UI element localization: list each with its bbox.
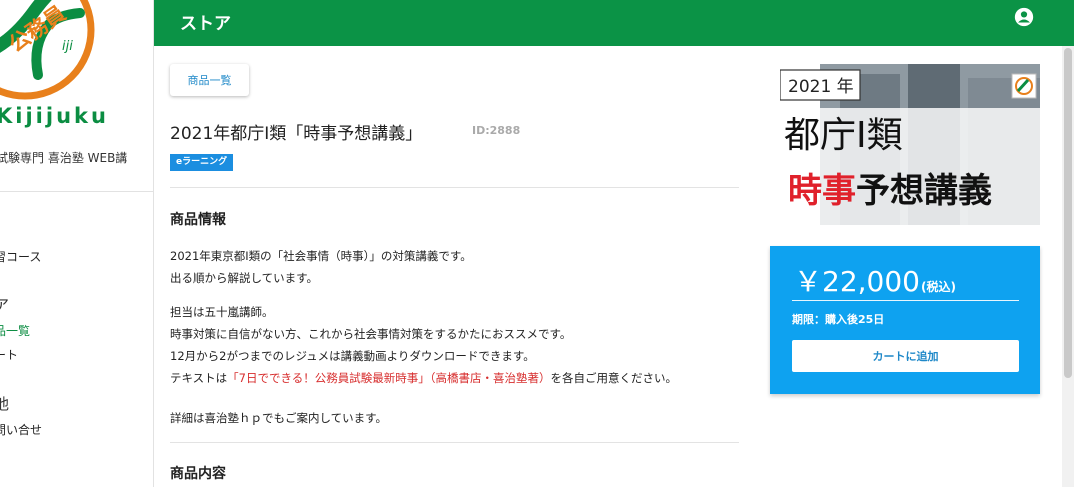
description-line: 時事対策に自信がない方、これから社会事情対策をするかたにおススメです。 <box>170 327 572 341</box>
svg-text:iji: iji <box>62 39 73 54</box>
description-line: 担当は五十嵐講師。 <box>170 305 274 319</box>
kijijuku-logo[interactable]: 公務員 iji <box>0 0 110 105</box>
sidebar-item-product-list[interactable]: 品一覧 <box>0 322 30 339</box>
product-banner-image: 2021 年 都庁Ⅰ類 時事予想講義 <box>780 64 1040 225</box>
description-paragraph-1: 2021年東京都Ⅰ類の「社会事情（時事）」の対策講義です。 出る順から解説してい… <box>170 245 472 289</box>
access-period: 期限：購入後25日 <box>792 313 885 326</box>
price-card: ￥22,000(税込) 期限：購入後25日 カートに追加 <box>770 246 1040 394</box>
sidebar-item-contact[interactable]: 問い合せ <box>0 421 42 438</box>
app-root: 公務員 iji Kijijuku 試験専門 喜治塾 WEB講 習コース ア 品一… <box>0 0 1074 487</box>
price-display: ￥22,000(税込) <box>794 260 956 300</box>
description-line: 出る順から解説しています。 <box>170 271 319 285</box>
description-text: テキストは <box>170 371 228 385</box>
divider <box>170 442 739 443</box>
textbook-title: 「7日でできる！公務員試験最新時事」（高橋書店・喜治塾著） <box>227 371 551 385</box>
price-divider <box>792 300 1019 301</box>
sidebar-section-other: 他 <box>0 393 9 414</box>
tax-note: (税込) <box>920 280 956 294</box>
price-value: ￥22,000 <box>794 265 920 298</box>
product-list-button[interactable]: 商品一覧 <box>170 64 249 96</box>
description-paragraph-2: 担当は五十嵐講師。 時事対策に自信がない方、これから社会事情対策をするかたにおス… <box>170 301 677 389</box>
logo-text: Kijijuku <box>0 104 109 128</box>
svg-text:時事予想講義: 時事予想講義 <box>788 171 992 211</box>
banner-line-2: 予想講義 <box>856 171 992 211</box>
sidebar-divider <box>0 191 153 192</box>
product-id: ID:2888 <box>472 124 521 137</box>
description-text: を各自ご用意ください。 <box>550 371 678 385</box>
page-title: ストア <box>180 14 231 34</box>
banner-line-2-red: 時事 <box>788 171 856 211</box>
sidebar-section-store: ア <box>0 294 9 315</box>
scrollbar[interactable] <box>1062 46 1074 487</box>
section-title-product-content: 商品内容 <box>170 466 226 482</box>
site-name: 試験専門 喜治塾 WEB講 <box>0 151 128 165</box>
section-title-product-info: 商品情報 <box>170 212 226 228</box>
category-badge: eラーニング <box>170 154 234 171</box>
banner-year: 2021 年 <box>788 77 854 97</box>
top-app-bar: ストア <box>154 0 1074 46</box>
add-to-cart-button[interactable]: カートに追加 <box>792 340 1019 372</box>
description-paragraph-3: 詳細は喜治塾ｈｐでもご案内しています。 <box>170 411 388 425</box>
account-circle-icon[interactable] <box>1013 6 1035 28</box>
description-line: 12月から2がつまでのレジュメは講義動画よりダウンロードできます。 <box>170 349 535 363</box>
banner-line-1: 都庁Ⅰ類 <box>784 115 903 156</box>
sidebar-item-course[interactable]: 習コース <box>0 248 41 265</box>
description-line: テキストは「7日でできる！公務員試験最新時事」（高橋書店・喜治塾著）を各自ご用意… <box>170 367 677 389</box>
sidebar: 公務員 iji Kijijuku 試験専門 喜治塾 WEB講 習コース ア 品一… <box>0 0 154 487</box>
description-line: 2021年東京都Ⅰ類の「社会事情（時事）」の対策講義です。 <box>170 249 472 263</box>
scrollbar-thumb[interactable] <box>1064 48 1072 378</box>
divider <box>170 187 739 188</box>
product-title: 2021年都庁Ⅰ類「時事予想講義」 <box>170 124 423 144</box>
sidebar-item-cart[interactable]: ート <box>0 346 18 363</box>
product-detail: 商品一覧 2021年都庁Ⅰ類「時事予想講義」 ID:2888 eラーニング 商品… <box>154 46 1062 487</box>
